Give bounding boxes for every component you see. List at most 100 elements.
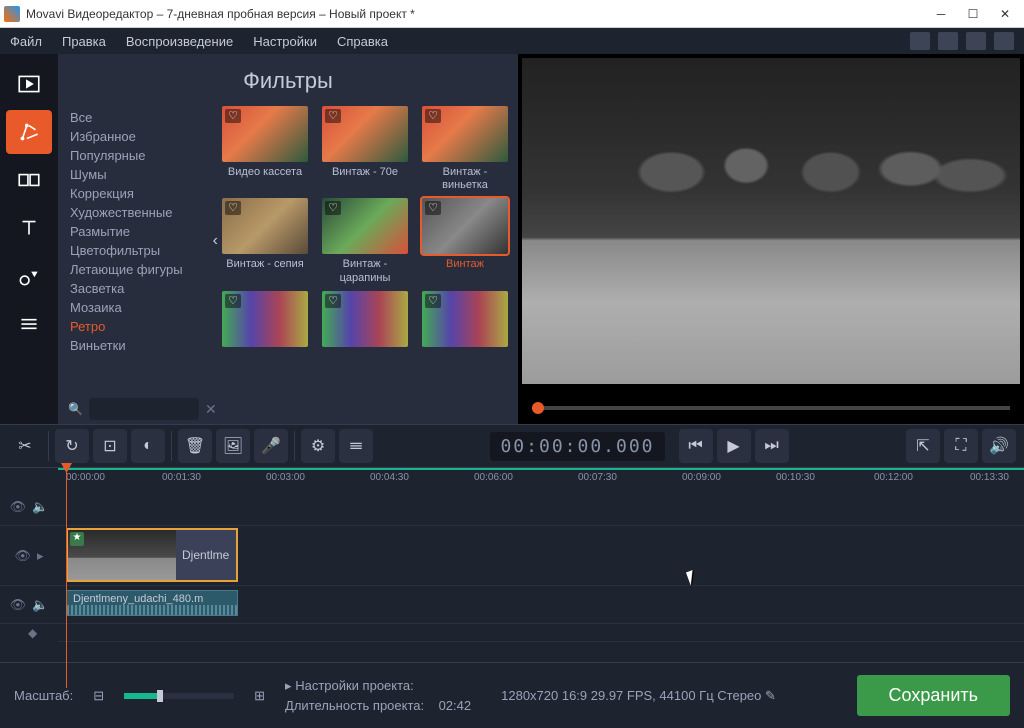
filter-item[interactable]: ♡ [422, 291, 508, 347]
popout-button[interactable]: ⇱ [906, 429, 940, 463]
overlay-track[interactable]: 👁🔈 [0, 488, 1024, 526]
speaker-icon[interactable]: 🔈 [32, 499, 48, 515]
heart-icon[interactable]: ♡ [225, 109, 241, 123]
heart-icon[interactable]: ♡ [325, 201, 341, 215]
filter-item[interactable]: ♡ [322, 291, 408, 347]
close-button[interactable]: ✕ [998, 7, 1012, 21]
mic-button[interactable]: 🎤 [254, 429, 288, 463]
crop-button[interactable]: ⊡ [93, 429, 127, 463]
filter-item[interactable]: ♡Винтаж [422, 198, 508, 284]
timeline: 00:00:00 00:01:30 00:03:00 00:04:30 00:0… [0, 468, 1024, 642]
heart-icon[interactable]: ♡ [325, 109, 341, 123]
audio-track[interactable]: 👁 🔈 Djentlmeny_udachi_480.m [0, 586, 1024, 624]
cat-colorfilters[interactable]: Цветофильтры [70, 241, 216, 260]
filter-item[interactable]: ♡Винтаж - царапины [322, 198, 408, 284]
cat-artistic[interactable]: Художественные [70, 203, 216, 222]
next-button[interactable]: ⏭ [755, 429, 789, 463]
statusbar: Масштаб: ⊟ ⊞ ▸ Настройки проекта: Длител… [0, 662, 1024, 728]
titles-tab[interactable] [6, 206, 52, 250]
ruler-tick: 00:10:30 [776, 472, 815, 483]
menu-file[interactable]: Файл [10, 34, 42, 49]
filter-item[interactable]: ♡Видео кассета [222, 106, 308, 192]
mouse-cursor [688, 570, 702, 590]
eye-icon[interactable]: 👁 [14, 548, 31, 564]
scrub-handle[interactable] [532, 402, 544, 414]
marker-icon[interactable]: ◆ [28, 626, 37, 640]
heart-icon[interactable]: ♡ [425, 109, 441, 123]
youtube-icon[interactable] [910, 32, 930, 50]
ruler-tick: 00:03:00 [266, 472, 305, 483]
menu-settings[interactable]: Настройки [253, 34, 317, 49]
menu-playback[interactable]: Воспроизведение [126, 34, 233, 49]
collapse-categories-icon[interactable]: ‹ [213, 232, 218, 250]
menu-edit[interactable]: Правка [62, 34, 106, 49]
cat-blur[interactable]: Размытие [70, 222, 216, 241]
audio-clip[interactable]: Djentlmeny_udachi_480.m [66, 590, 238, 616]
cat-fav[interactable]: Избранное [70, 127, 216, 146]
vk-icon[interactable] [966, 32, 986, 50]
search-input[interactable] [89, 398, 199, 420]
cat-flying[interactable]: Летающие фигуры [70, 260, 216, 279]
heart-icon[interactable]: ♡ [425, 294, 441, 308]
playhead[interactable] [66, 468, 67, 688]
cat-light[interactable]: Засветка [70, 279, 216, 298]
play-button[interactable]: ▶ [717, 429, 751, 463]
minimize-button[interactable]: ─ [934, 7, 948, 21]
video-clip[interactable]: ★ Djentlmе [66, 528, 238, 582]
menu-help[interactable]: Справка [337, 34, 388, 49]
speaker-icon[interactable]: 🔈 [32, 597, 48, 613]
heart-icon[interactable]: ♡ [225, 201, 241, 215]
marker-track[interactable]: ◆ [58, 624, 1024, 642]
timeline-ruler[interactable]: 00:00:00 00:01:30 00:03:00 00:04:30 00:0… [58, 468, 1024, 488]
rotate-button[interactable]: ↻ [55, 429, 89, 463]
transitions-tab[interactable] [6, 158, 52, 202]
save-button[interactable]: Сохранить [857, 675, 1010, 716]
video-track[interactable]: 👁 ▸ ★ Djentlmе [0, 526, 1024, 586]
cat-popular[interactable]: Популярные [70, 146, 216, 165]
cut-button[interactable]: ✂ [8, 429, 42, 463]
cat-correction[interactable]: Коррекция [70, 184, 216, 203]
color-button[interactable]: ◐ [131, 429, 165, 463]
filter-item[interactable]: ♡ [222, 291, 308, 347]
equalizer-button[interactable]: 𝍢 [339, 429, 373, 463]
cat-mosaic[interactable]: Мозаика [70, 298, 216, 317]
film-icon: ▸ [285, 678, 292, 693]
cat-retro[interactable]: Ретро [70, 317, 216, 336]
image-button[interactable]: 🖼 [216, 429, 250, 463]
fullscreen-button[interactable]: ⛶ [944, 429, 978, 463]
clip-label: Djentlmeny_udachi_480.m [73, 593, 203, 605]
eye-icon[interactable]: 👁 [10, 597, 27, 613]
film-icon: ▸ [37, 548, 44, 564]
zoom-out-icon[interactable]: ⊟ [93, 688, 104, 704]
zoom-in-icon[interactable]: ⊞ [254, 688, 265, 704]
cat-vignettes[interactable]: Виньетки [70, 336, 216, 355]
cat-noise[interactable]: Шумы [70, 165, 216, 184]
heart-icon[interactable]: ♡ [225, 294, 241, 308]
settings-button[interactable]: ⚙ [301, 429, 335, 463]
preview-video[interactable] [522, 58, 1020, 384]
volume-button[interactable]: 🔊 [982, 429, 1016, 463]
cat-all[interactable]: Все [70, 108, 216, 127]
zoom-slider[interactable] [124, 693, 234, 699]
preview-scrubber[interactable] [532, 406, 1010, 410]
search-icon: 🔍 [68, 402, 83, 416]
edit-icon[interactable]: ✎ [765, 688, 776, 703]
eye-icon[interactable]: 👁 [10, 499, 27, 515]
clear-search-icon[interactable]: ✕ [205, 401, 217, 418]
more-tab[interactable] [6, 302, 52, 346]
filter-item[interactable]: ♡Винтаж - сепия [222, 198, 308, 284]
delete-button[interactable]: 🗑 [178, 429, 212, 463]
filter-item[interactable]: ♡Винтаж - виньетка [422, 106, 508, 192]
heart-icon[interactable]: ♡ [425, 201, 441, 215]
prev-button[interactable]: ⏮ [679, 429, 713, 463]
ruler-tick: 00:12:00 [874, 472, 913, 483]
filter-item[interactable]: ♡Винтаж - 70е [322, 106, 408, 192]
share-icon[interactable] [994, 32, 1014, 50]
heart-icon[interactable]: ♡ [325, 294, 341, 308]
media-tab[interactable] [6, 62, 52, 106]
filters-tab[interactable] [6, 110, 52, 154]
ok-icon[interactable] [938, 32, 958, 50]
stickers-tab[interactable] [6, 254, 52, 298]
category-list: Все Избранное Популярные Шумы Коррекция … [58, 102, 216, 424]
maximize-button[interactable]: ☐ [966, 7, 980, 21]
